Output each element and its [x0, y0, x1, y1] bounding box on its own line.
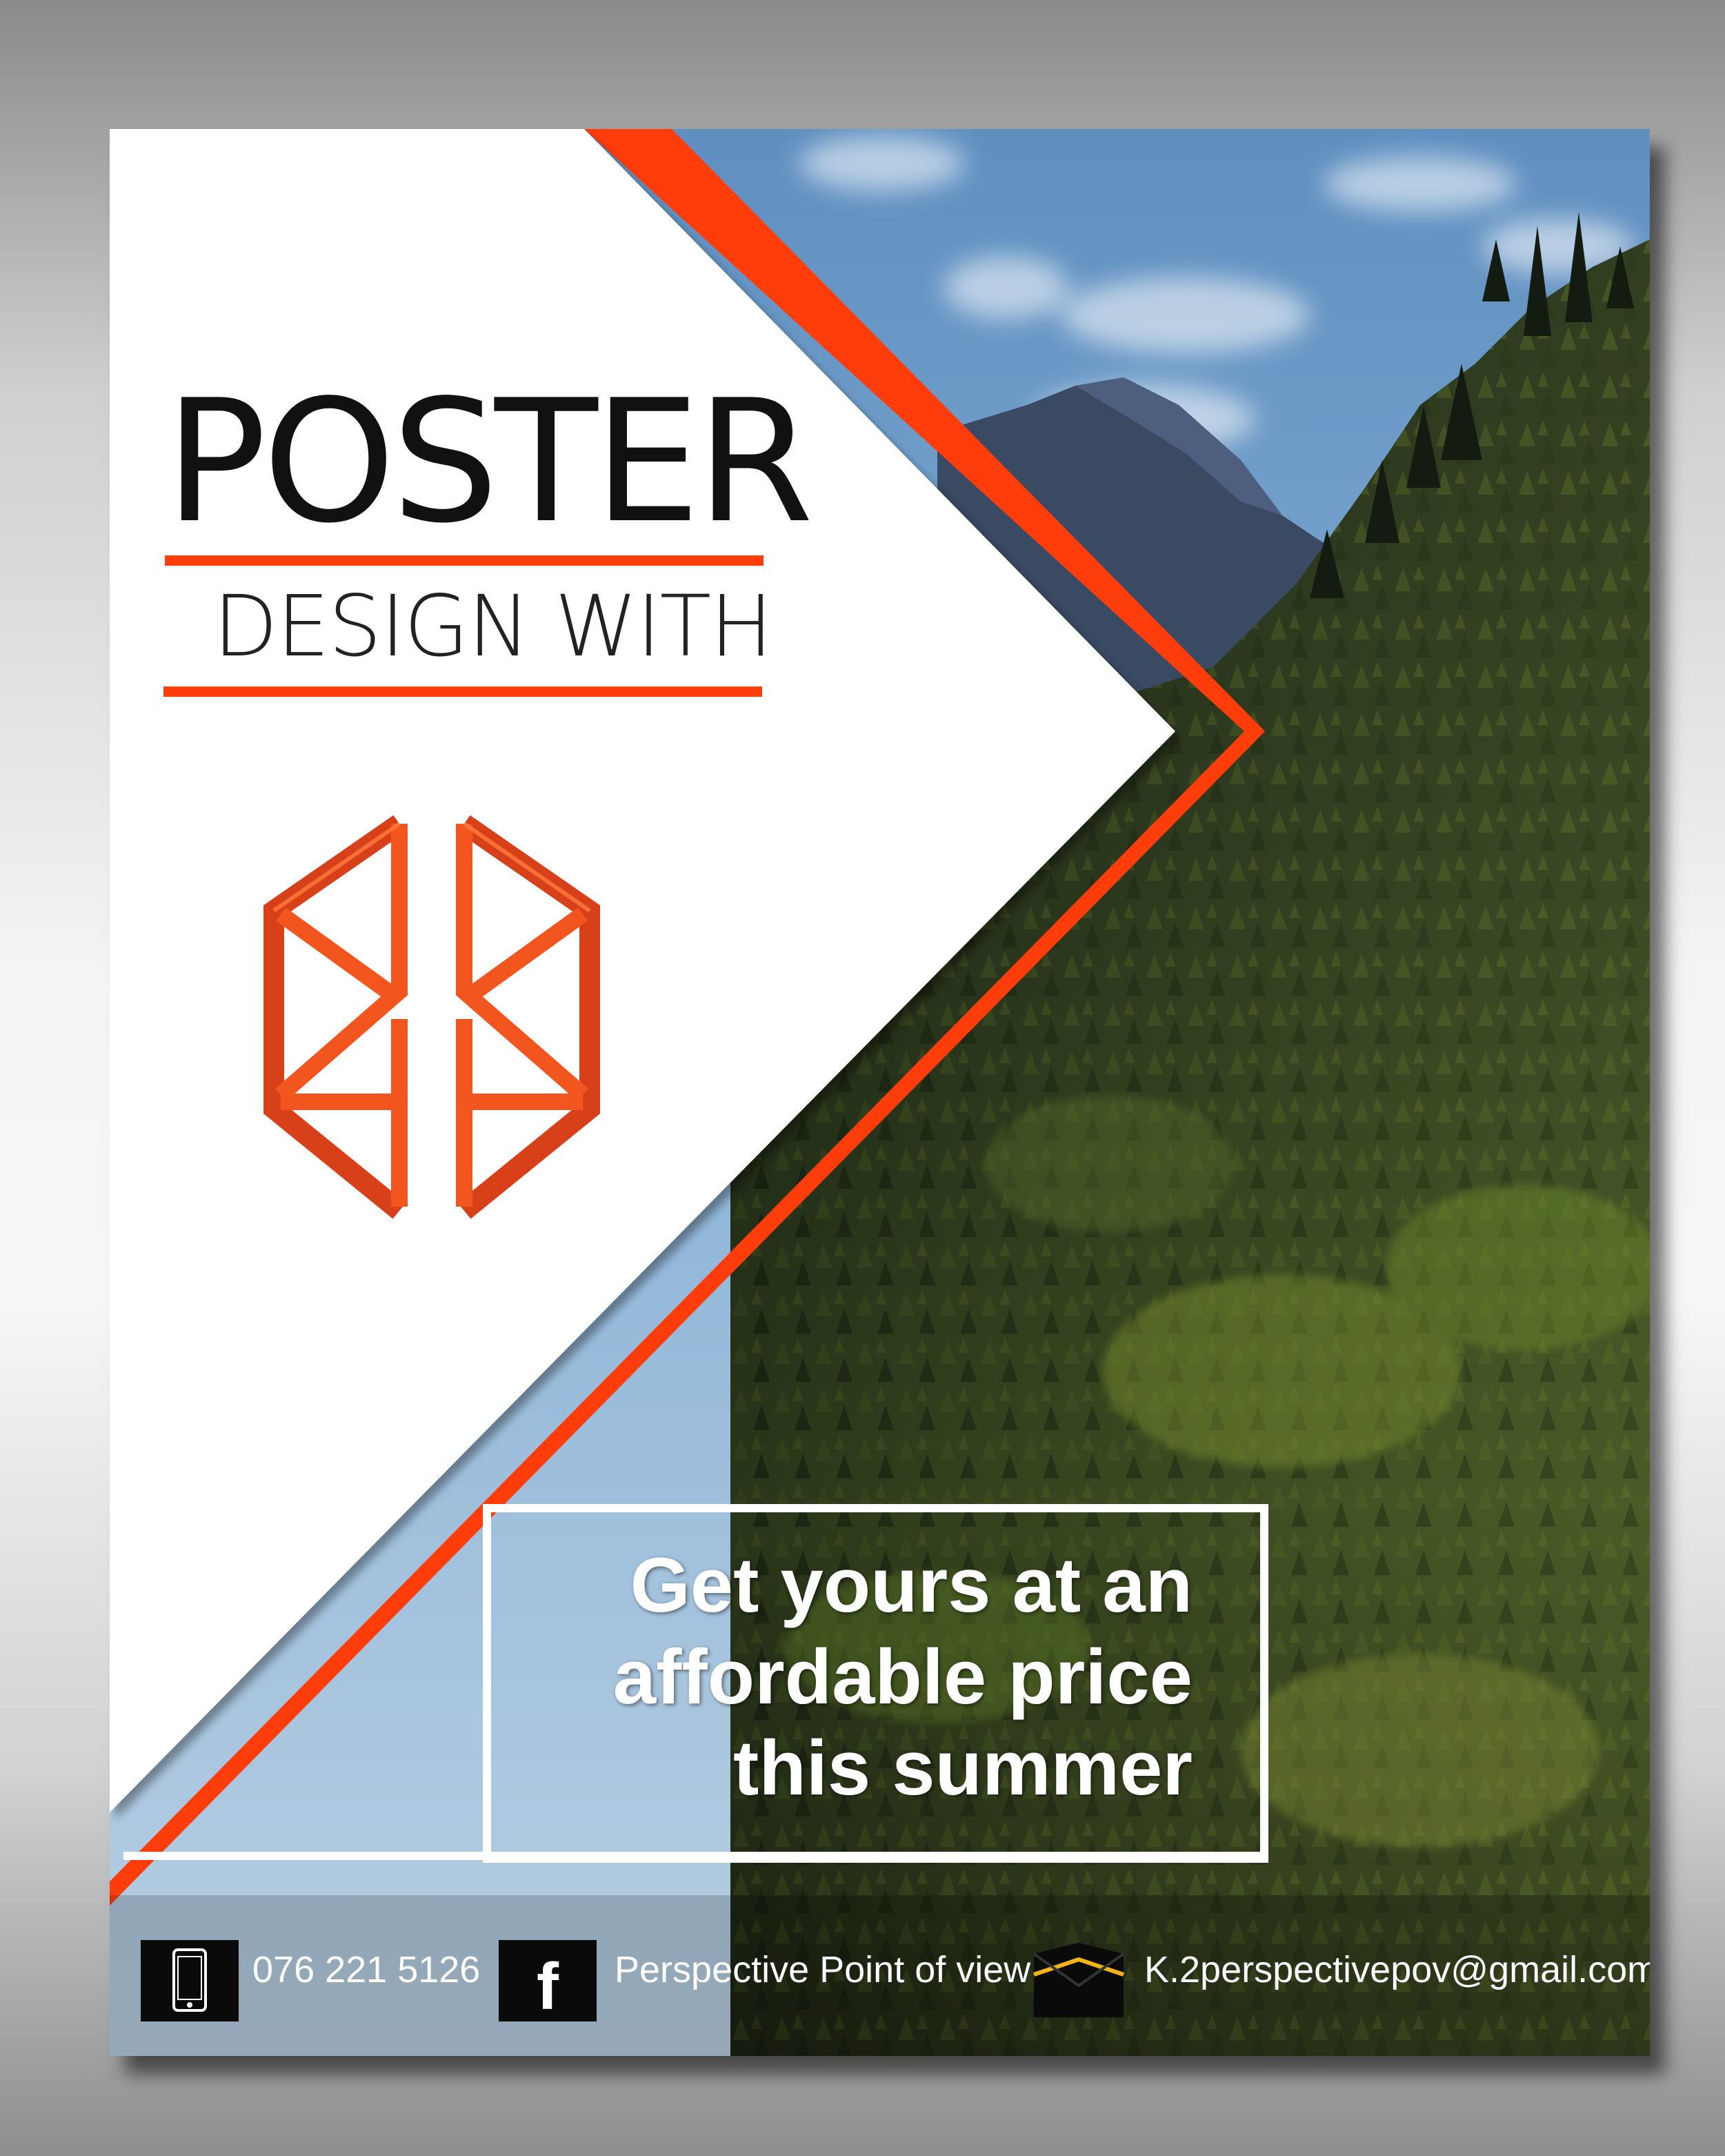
poster: POSTER DESIGN WITH Get yours at an affor…: [110, 129, 1650, 2056]
contact-facebook: Perspective Point of view: [615, 1949, 1031, 1990]
title-rule-bottom: [163, 686, 762, 697]
tagline-line-1: Get yours at an: [630, 1542, 1193, 1628]
envelope-icon: [1030, 1940, 1128, 2021]
tagline-line-2: affordable price: [612, 1634, 1193, 1720]
poster-subtitle: DESIGN WITH: [213, 577, 773, 675]
tagline-line-3: this summer: [733, 1725, 1193, 1811]
contact-email: K.2perspectivepov@gmail.com: [1144, 1949, 1650, 1990]
svg-text:f: f: [537, 1950, 559, 2021]
poster-title: POSTER: [165, 364, 814, 560]
facebook-icon: f: [499, 1940, 597, 2024]
phone-icon: [141, 1940, 239, 2021]
contact-phone: 076 221 5126: [252, 1949, 481, 1990]
